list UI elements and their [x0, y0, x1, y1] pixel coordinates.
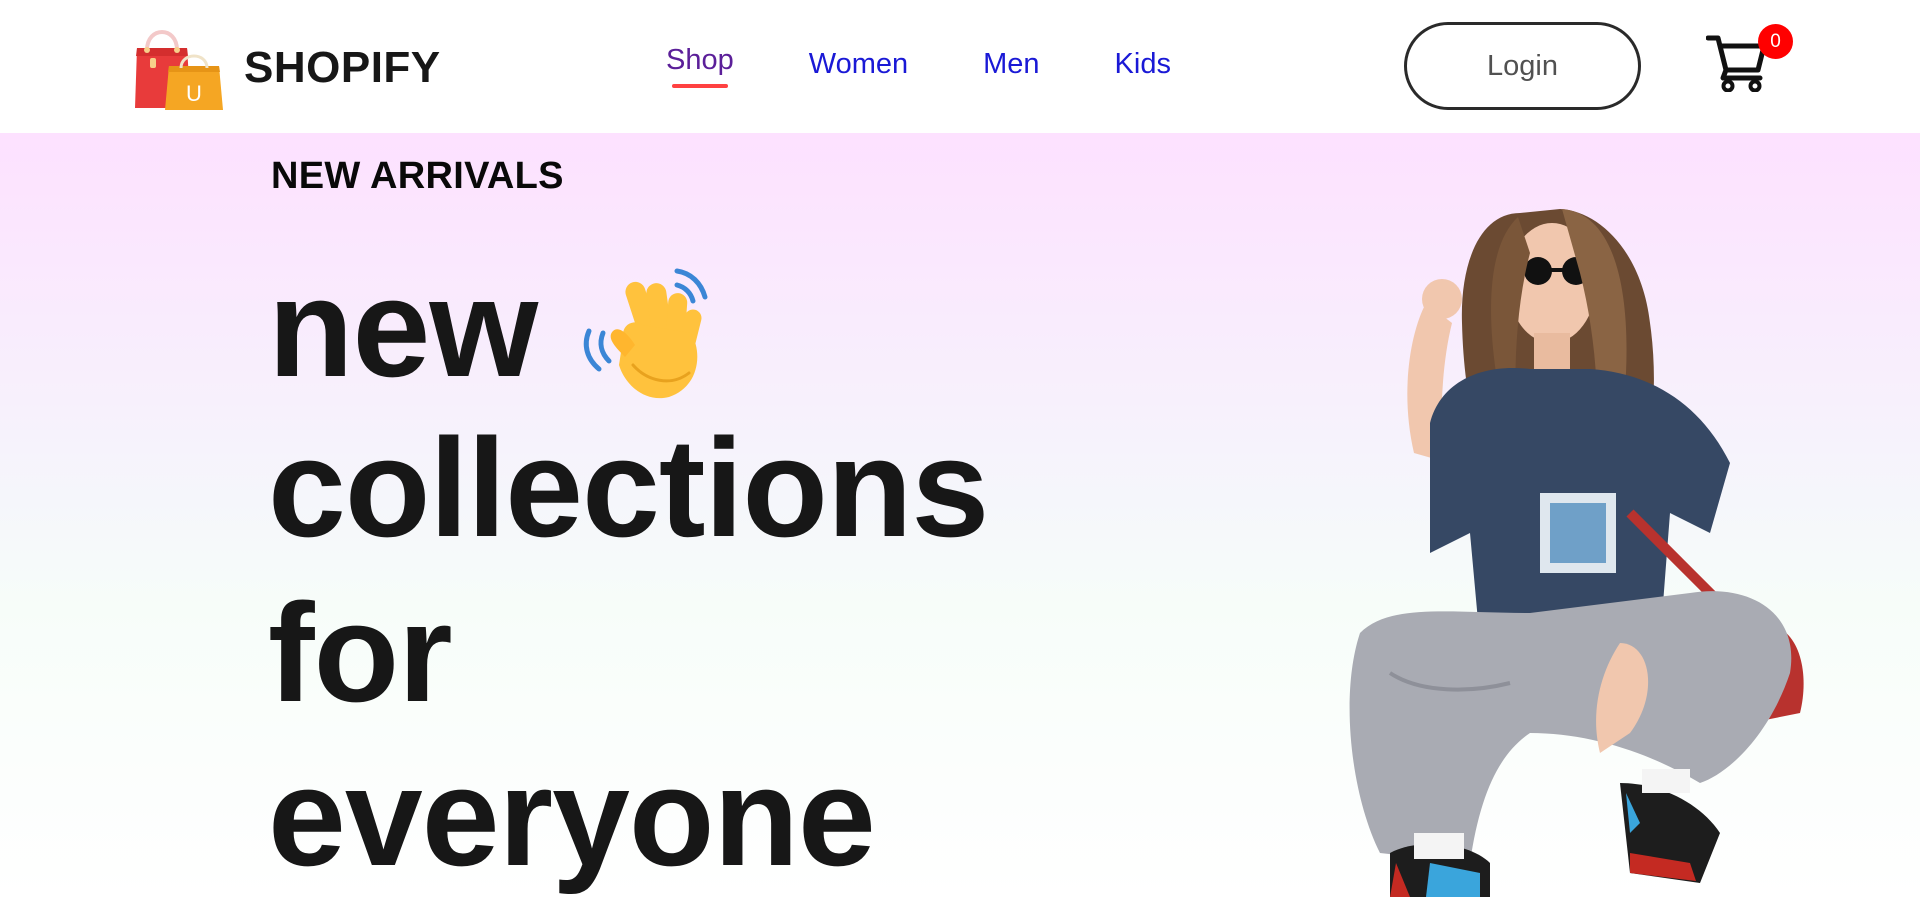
- login-button[interactable]: Login: [1404, 22, 1641, 110]
- nav-item-men[interactable]: Men: [983, 44, 1039, 81]
- nav-item-women[interactable]: Women: [809, 44, 908, 81]
- waving-hand-icon: [584, 268, 708, 399]
- brand-logo[interactable]: U SHOPIFY: [133, 22, 441, 114]
- brand-name: SHOPIFY: [244, 43, 441, 92]
- hero-section: NEW ARRIVALS new collections for everyon…: [0, 133, 1920, 897]
- cart[interactable]: 0: [1706, 24, 1793, 96]
- hero-headline-line-4: everyone: [268, 738, 876, 895]
- hero-headline-line-1: new: [268, 253, 723, 403]
- main-nav: Shop Women Men Kids: [666, 44, 1171, 88]
- hero-eyebrow: NEW ARRIVALS: [271, 155, 564, 197]
- hero-headline-line-3: for: [268, 574, 453, 731]
- logo-letter: U: [186, 81, 202, 106]
- nav-link-men[interactable]: Men: [983, 48, 1039, 80]
- active-nav-underline: [672, 84, 728, 88]
- nav-link-kids[interactable]: Kids: [1115, 48, 1171, 80]
- hero-model-image: [1349, 209, 1804, 897]
- navbar: U SHOPIFY Shop Women Men Kids Login 0: [0, 0, 1920, 133]
- nav-link-women[interactable]: Women: [809, 48, 908, 80]
- hero-headline-line-2: collections: [268, 409, 989, 566]
- shopping-bag-icon: U: [135, 30, 223, 110]
- hero-headline-word-new: new: [268, 249, 538, 406]
- nav-link-shop[interactable]: Shop: [666, 44, 734, 76]
- nav-item-kids[interactable]: Kids: [1115, 44, 1171, 81]
- nav-item-shop[interactable]: Shop: [666, 44, 734, 88]
- cart-count-badge: 0: [1758, 24, 1793, 59]
